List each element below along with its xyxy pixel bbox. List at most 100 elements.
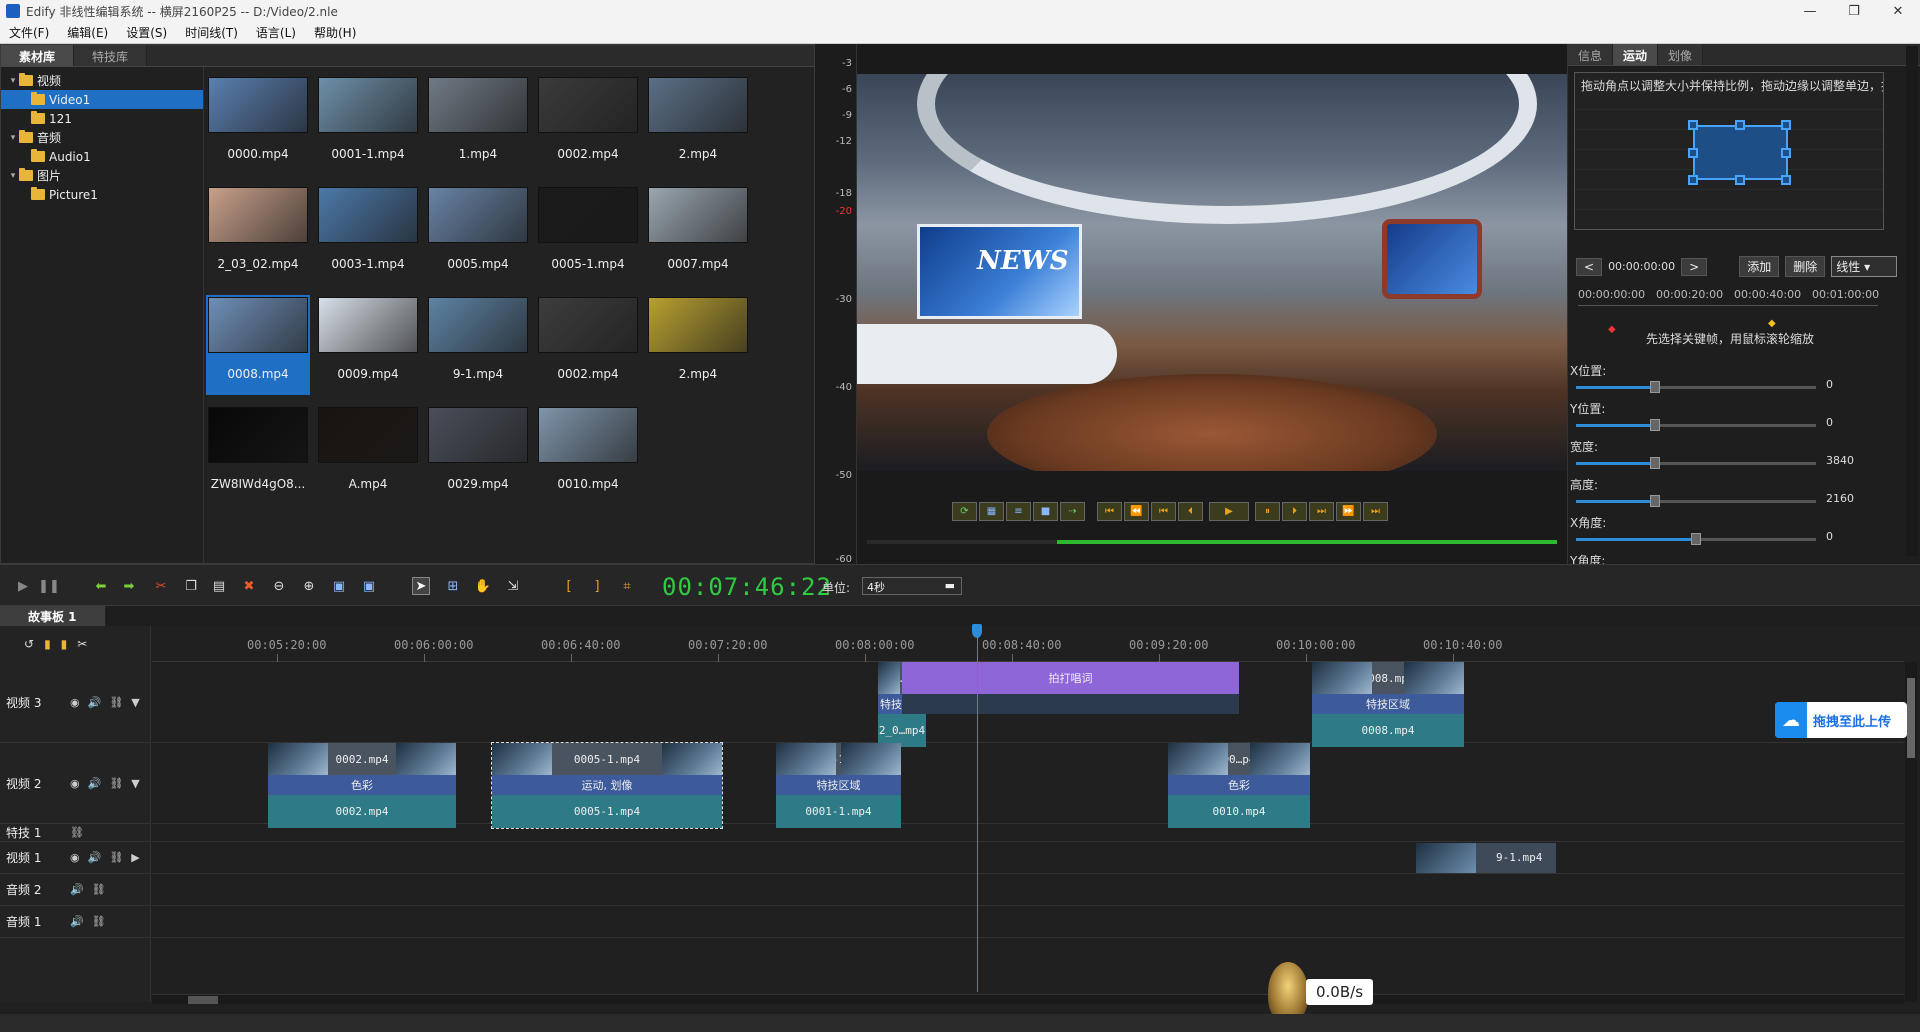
pause-icon[interactable]: ❚❚ (38, 577, 60, 595)
tree-node-category[interactable]: ▾ 图片 (1, 166, 203, 185)
resize-handle[interactable] (1735, 120, 1745, 130)
tab-wipe[interactable]: 划像 (1658, 44, 1704, 65)
fit-all-icon[interactable]: ▣ (360, 577, 378, 595)
playhead-handle[interactable] (972, 624, 982, 638)
expand-arrow-icon[interactable]: ▶ (131, 851, 139, 864)
kf-mode-select[interactable]: 线性 ▾ (1831, 256, 1898, 277)
slider-knob[interactable] (1650, 495, 1661, 507)
slider-knob[interactable] (1650, 419, 1661, 431)
play-icon[interactable]: ▶ (14, 577, 32, 595)
link-icon[interactable]: ⛓ (92, 883, 106, 896)
param-value[interactable]: 2160 (1826, 492, 1854, 505)
tab-storyboard-1[interactable]: 故事板 1 (0, 606, 106, 627)
expand-arrow-icon[interactable]: ▾ (7, 133, 19, 143)
copy-icon[interactable]: ❐ (182, 577, 200, 595)
v-scroll-thumb[interactable] (1907, 678, 1915, 758)
speaker-icon[interactable]: 🔊 (88, 777, 102, 790)
menu-file[interactable]: 文件(F) (0, 24, 58, 41)
tab-info[interactable]: 信息 (1568, 44, 1614, 65)
preview-scrubber[interactable] (867, 540, 1557, 544)
timeline-clip[interactable]: 拍打唱词 (902, 662, 1239, 747)
expand-arrow-icon[interactable]: ▾ (7, 76, 19, 86)
track-header-fx[interactable]: 特技 1 ⛓ (0, 824, 151, 842)
mark-out-icon[interactable]: ] (588, 577, 606, 595)
mark-icon[interactable]: ≡ (1006, 502, 1031, 521)
tab-media-library[interactable]: 素材库 (1, 45, 75, 66)
slider-knob[interactable] (1650, 457, 1661, 469)
speaker-icon[interactable]: 🔊 (88, 851, 102, 864)
media-thumbnail[interactable]: 1.mp4 (426, 75, 530, 175)
param-slider[interactable] (1576, 419, 1816, 431)
track-header-audio[interactable]: 音频 1 🔊 ⛓ (0, 906, 151, 938)
crop-icon[interactable]: ⌗ (618, 577, 636, 595)
kf-delete-button[interactable]: 删除 (1785, 256, 1826, 277)
media-thumbnail[interactable]: 2.mp4 (646, 295, 750, 395)
tab-motion[interactable]: 运动 (1613, 44, 1659, 65)
prev-mark-icon[interactable]: ▦ (979, 502, 1004, 521)
ripple-icon[interactable]: ↺ (24, 637, 34, 651)
resize-handle[interactable] (1735, 175, 1745, 185)
mark-in-icon[interactable]: [ (560, 577, 578, 595)
zoom-out-icon[interactable]: ⊖ (270, 577, 288, 595)
speaker-icon[interactable]: 🔊 (70, 883, 84, 896)
undo-icon[interactable]: ⬅ (92, 577, 110, 595)
h-scroll-thumb[interactable] (188, 996, 218, 1004)
media-thumbnail[interactable]: 0005-1.mp4 (536, 185, 640, 285)
media-thumbnail[interactable]: 0009.mp4 (316, 295, 420, 395)
prev-icon[interactable]: ⏮ (1151, 502, 1176, 521)
track-lane[interactable] (152, 824, 1904, 842)
motion-canvas[interactable]: 拖动角点以调整大小并保持比例，拖动边缘以调整单边，拖动 (1574, 72, 1884, 230)
last-icon[interactable]: ⏭ (1363, 502, 1388, 521)
track-header-audio[interactable]: 音频 2 🔊 ⛓ (0, 874, 151, 906)
media-thumbnail[interactable]: 2.mp4 (646, 75, 750, 175)
menu-language[interactable]: 语言(L) (247, 24, 305, 41)
kf-prev-button[interactable]: < (1576, 257, 1603, 276)
properties-scrollbar[interactable] (1906, 46, 1918, 556)
link-icon[interactable]: ⛓ (70, 826, 84, 839)
tree-node-category[interactable]: ▾ 音频 (1, 128, 203, 147)
expand-arrow-icon[interactable]: ▼ (131, 777, 139, 790)
track-lane[interactable]: 0002.mp4 色彩 0002.mp4 0005-1.mp4 运动, 划像 0005-1… (152, 742, 1904, 829)
redo-icon[interactable]: ➡ (120, 577, 138, 595)
param-value[interactable]: 0 (1826, 530, 1833, 543)
media-thumbnail[interactable]: 0001-1.mp4 (316, 75, 420, 175)
delete-icon[interactable]: ✖ (240, 577, 258, 595)
step-fwd-icon[interactable]: ⏵ (1282, 502, 1307, 521)
play-icon[interactable]: ▶ (1209, 502, 1249, 521)
param-value[interactable]: 0 (1826, 416, 1833, 429)
maximize-button[interactable]: ❐ (1832, 0, 1876, 22)
resize-handle[interactable] (1688, 175, 1698, 185)
menu-help[interactable]: 帮助(H) (305, 24, 365, 41)
eye-icon[interactable]: ◉ (70, 851, 80, 864)
media-thumbnail[interactable]: 0002.mp4 (536, 295, 640, 395)
keyframe-marker-icon[interactable]: ◆ (1608, 324, 1616, 335)
select-tool-icon[interactable]: ➤ (412, 577, 430, 595)
eye-icon[interactable]: ◉ (70, 696, 80, 709)
menu-settings[interactable]: 设置(S) (117, 24, 176, 41)
rewind-icon[interactable]: ⏪ (1124, 502, 1149, 521)
keyframe-ruler[interactable]: 00:00:00:00 00:00:20:00 00:00:40:00 00:0… (1578, 286, 1879, 306)
timeline-clip[interactable]: 0001-1.mp4 特技区域 0001-1.mp4 (776, 743, 901, 828)
tree-node-folder[interactable]: Audio1 (1, 147, 203, 166)
clip-icon[interactable]: ■ (1033, 502, 1058, 521)
cut-icon[interactable]: ✂ (152, 577, 170, 595)
slider-knob[interactable] (1691, 533, 1701, 545)
kf-next-button[interactable]: > (1681, 257, 1708, 276)
motion-selection-box[interactable] (1693, 125, 1788, 180)
media-thumbnail[interactable]: 9-1.mp4 (426, 295, 530, 395)
timeline-clip[interactable]: 0008.mp4 特技区域 0008.mp4 (1312, 662, 1464, 747)
tab-effects-library[interactable]: 特技库 (74, 45, 148, 66)
marker-icon[interactable]: ▮ (44, 637, 51, 651)
track-select-icon[interactable]: ⇲ (504, 577, 522, 595)
export-icon[interactable]: ⇢ (1060, 502, 1085, 521)
menu-timeline[interactable]: 时间线(T) (176, 24, 247, 41)
fit-icon[interactable]: ▣ (330, 577, 348, 595)
resize-handle[interactable] (1781, 175, 1791, 185)
loop-icon[interactable]: ⟳ (952, 502, 977, 521)
link-icon[interactable]: ⛓ (92, 915, 106, 928)
step-back-icon[interactable]: ⏴ (1178, 502, 1203, 521)
media-thumbnail[interactable]: 0000.mp4 (206, 75, 310, 175)
timeline-clip[interactable]: 0002.mp4 色彩 0002.mp4 (268, 743, 456, 828)
pause-icon[interactable]: ⏸ (1255, 502, 1280, 521)
timeline-ruler[interactable]: 00:05:20:00 00:06:00:00 00:06:40:00 00:07:2… (152, 626, 1904, 662)
